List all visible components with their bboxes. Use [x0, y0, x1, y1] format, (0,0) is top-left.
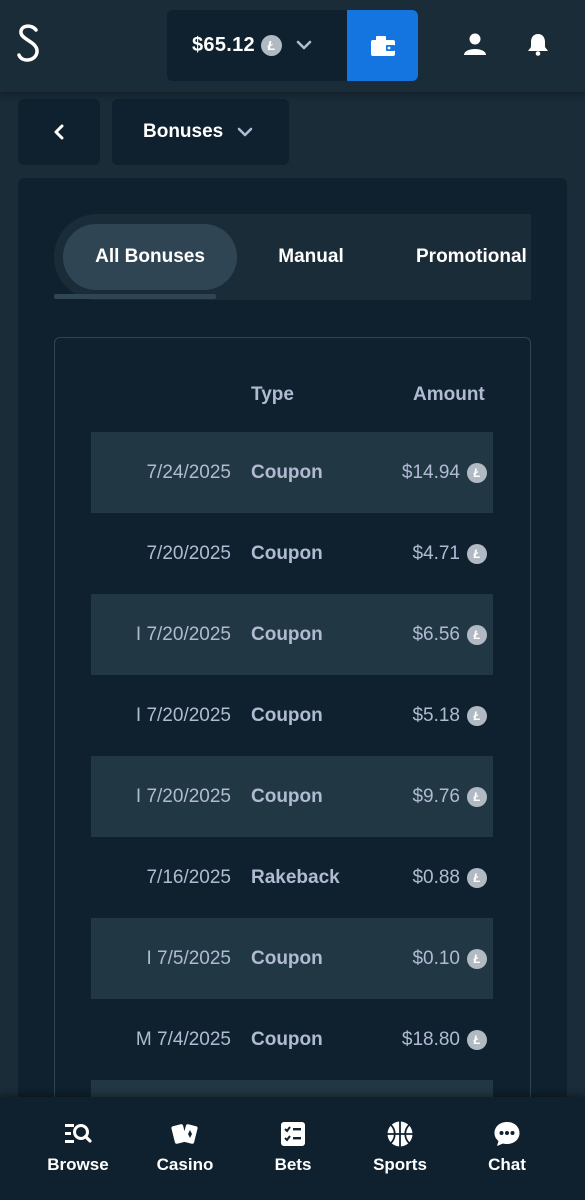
nav-chat[interactable]: Chat [457, 1119, 557, 1175]
wallet-icon [370, 35, 395, 56]
nav-casino[interactable]: Casino [135, 1119, 235, 1175]
litecoin-icon: Ł [260, 35, 282, 56]
amount-cell: $6.56 Ł [412, 624, 487, 646]
tab-promotional[interactable]: Promotional [394, 224, 531, 290]
logo-icon [17, 24, 39, 62]
type-cell: Rakeback [251, 866, 340, 888]
tabs-scrollbar[interactable] [54, 294, 216, 299]
litecoin-icon: Ł [467, 867, 487, 888]
balance-amount: $65.12 [192, 34, 255, 56]
litecoin-icon: Ł [467, 948, 487, 969]
date-cell: I 7/20/2025 [135, 785, 231, 807]
tab-label: All Bonuses [95, 246, 205, 267]
amount-value: $9.76 [412, 785, 460, 807]
amount-cell: $9.76 Ł [412, 786, 487, 808]
nav-label: Casino [156, 1155, 214, 1174]
amount-cell: $4.71 Ł [412, 543, 487, 565]
chevron-left-icon [54, 124, 64, 140]
chevron-down-icon [296, 37, 312, 55]
type-cell: Coupon [251, 542, 323, 564]
amount-cell: $0.88 Ł [412, 867, 487, 889]
bonus-tabs: All Bonuses Manual Promotional [54, 214, 531, 300]
type-cell: Coupon [251, 947, 323, 969]
litecoin-icon: Ł [467, 786, 487, 807]
table-row: M 7/4/2025 Coupon $18.80 Ł [91, 999, 493, 1080]
amount-cell: $18.80 Ł [402, 1029, 487, 1051]
table-row: I 7/20/2025 Coupon $9.76 Ł [91, 756, 493, 837]
tab-label: Promotional [416, 246, 527, 267]
user-icon[interactable] [459, 28, 491, 60]
bonuses-dropdown-label: Bonuses [143, 121, 224, 142]
cards-icon [170, 1119, 200, 1149]
amount-value: $18.80 [401, 1028, 460, 1050]
browse-icon [63, 1119, 93, 1149]
nav-label: Sports [373, 1155, 427, 1174]
back-button[interactable] [18, 99, 100, 165]
table-row: 7/24/2025 Coupon $14.94 Ł [91, 432, 493, 513]
nav-browse[interactable]: Browse [28, 1119, 128, 1175]
logo[interactable] [12, 20, 46, 66]
type-cell: Coupon [251, 704, 323, 726]
nav-label: Bets [274, 1155, 312, 1174]
nav-label: Chat [488, 1155, 526, 1174]
amount-value: $5.18 [412, 704, 460, 726]
amount-value: $6.56 [412, 623, 460, 645]
wallet-button[interactable] [347, 10, 418, 81]
litecoin-icon: Ł [467, 624, 487, 645]
amount-value: $0.10 [412, 947, 460, 969]
amount-cell: $5.18 Ł [412, 705, 487, 727]
chevron-down-icon [237, 121, 253, 143]
type-cell: Coupon [251, 785, 323, 807]
type-cell: Coupon [251, 1028, 323, 1050]
tab-label: Manual [278, 246, 344, 267]
date-cell: 7/24/2025 [146, 461, 231, 483]
bonuses-dropdown[interactable]: Bonuses [112, 99, 289, 165]
type-cell: Coupon [251, 461, 323, 483]
bottom-navigation: Browse Casino Bets Sports Chat [0, 1097, 585, 1200]
nav-label: Browse [47, 1155, 109, 1174]
date-cell: I 7/5/2025 [146, 947, 231, 969]
basketball-icon [385, 1119, 415, 1149]
column-header-type[interactable]: Type [251, 384, 294, 406]
amount-cell: $14.94 Ł [402, 462, 487, 484]
date-cell: 7/20/2025 [146, 542, 231, 564]
type-cell: Coupon [251, 623, 323, 645]
litecoin-icon: Ł [467, 543, 487, 564]
balance-selector[interactable]: $65.12 Ł [167, 10, 347, 81]
amount-value: $4.71 [412, 542, 460, 564]
litecoin-icon: Ł [467, 705, 487, 726]
amount-cell: $0.10 Ł [412, 948, 487, 970]
betslip-icon [278, 1119, 308, 1149]
table-row: 7/16/2025 Rakeback $0.88 Ł [91, 837, 493, 918]
table-row: 7/20/2025 Coupon $4.71 Ł [91, 513, 493, 594]
tab-all-bonuses[interactable]: All Bonuses [63, 224, 237, 290]
table-body: 7/24/2025 Coupon $14.94 Ł 7/20/2025 Coupo… [91, 432, 493, 1161]
nav-bets[interactable]: Bets [243, 1119, 343, 1175]
chat-icon [492, 1119, 522, 1149]
date-cell: I 7/20/2025 [135, 623, 231, 645]
litecoin-icon: Ł [467, 462, 487, 483]
tab-manual[interactable]: Manual [244, 224, 378, 290]
table-row: I 7/20/2025 Coupon $5.18 Ł [91, 675, 493, 756]
nav-sports[interactable]: Sports [350, 1119, 450, 1175]
bell-icon[interactable] [522, 28, 554, 60]
amount-value: $0.88 [412, 866, 460, 888]
column-header-amount[interactable]: Amount [413, 384, 485, 406]
table-row: I 7/20/2025 Coupon $6.56 Ł [91, 594, 493, 675]
amount-value: $14.94 [401, 461, 460, 483]
litecoin-icon: Ł [467, 1029, 487, 1050]
date-cell: M 7/4/2025 [135, 1028, 231, 1050]
table-row: I 7/5/2025 Coupon $0.10 Ł [91, 918, 493, 999]
top-header: $65.12 Ł [0, 0, 585, 92]
date-cell: 7/16/2025 [146, 866, 231, 888]
date-cell: I 7/20/2025 [135, 704, 231, 726]
